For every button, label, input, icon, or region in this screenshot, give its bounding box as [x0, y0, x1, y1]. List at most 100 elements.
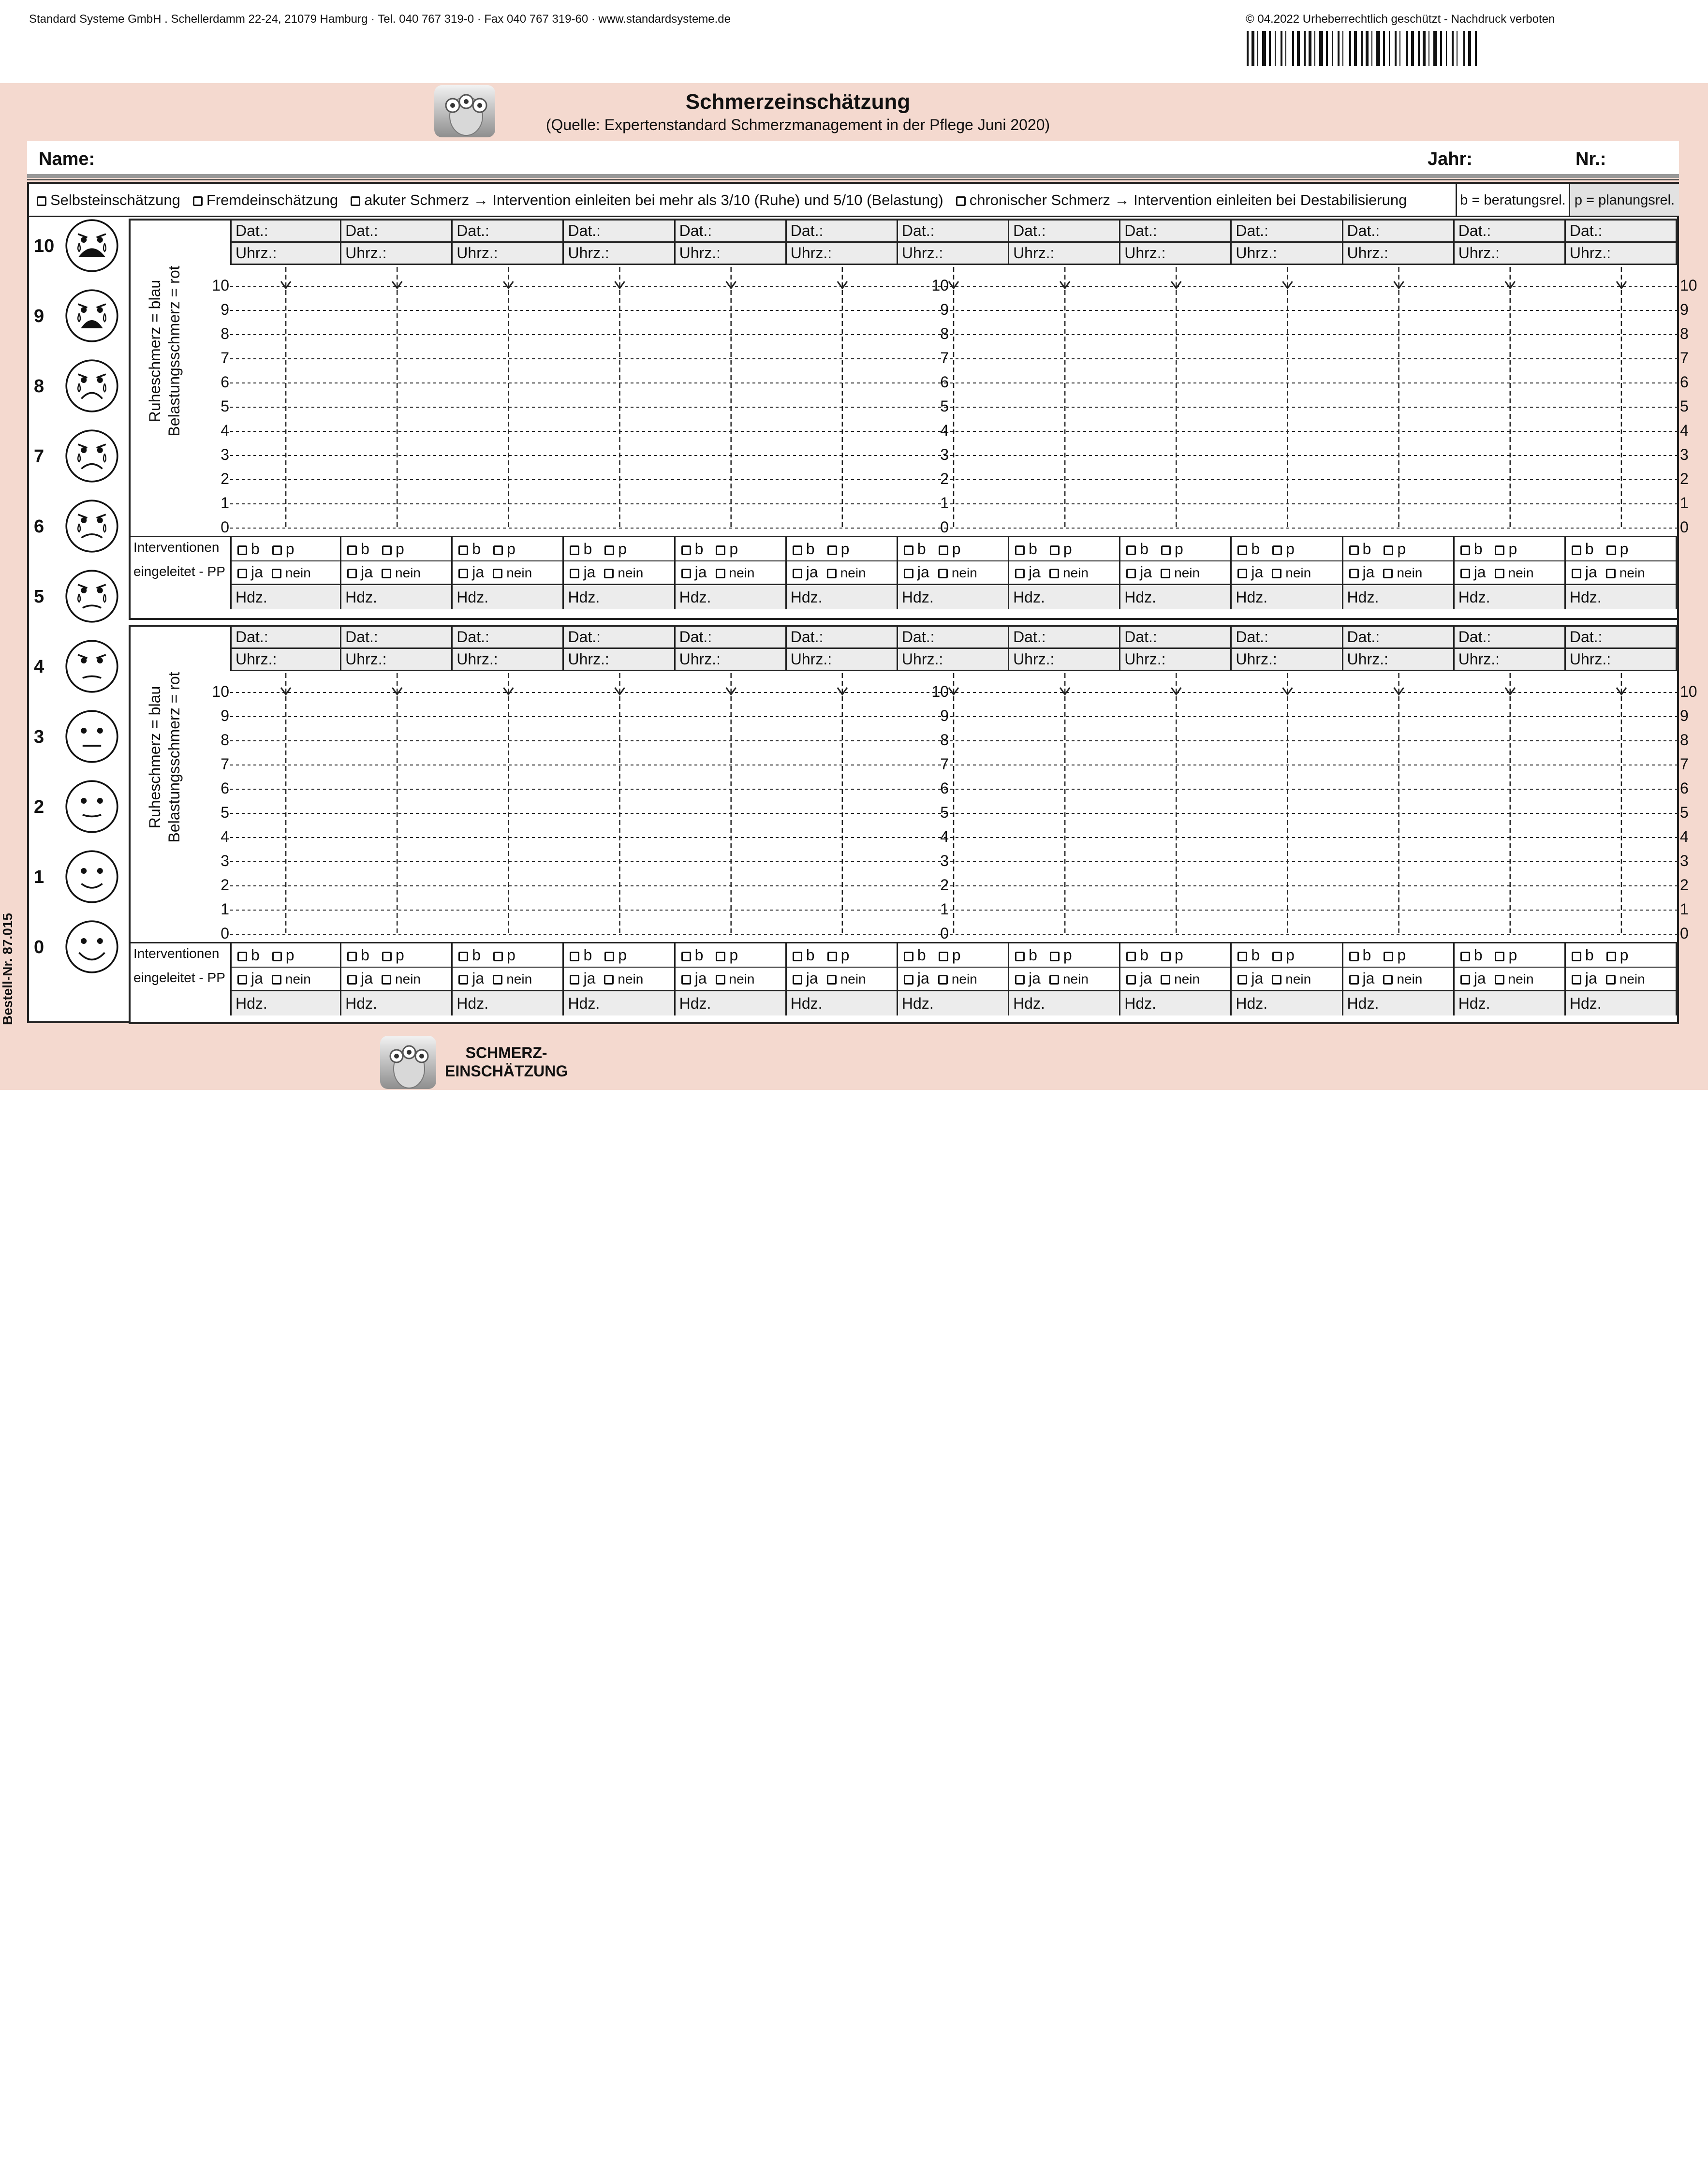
signature-cell[interactable]: Hdz. [341, 585, 453, 609]
checkbox[interactable] [715, 568, 725, 578]
signature-cell[interactable]: Hdz. [564, 991, 676, 1015]
nein-option[interactable]: nein [1049, 970, 1089, 987]
ja-option[interactable]: ja [458, 970, 484, 987]
checkbox[interactable] [1460, 545, 1470, 555]
nein-option[interactable]: nein [938, 970, 977, 987]
ja-option[interactable]: ja [347, 563, 373, 581]
ja-option[interactable]: ja [1460, 563, 1486, 581]
p-option[interactable]: p [1384, 946, 1406, 964]
checkbox[interactable] [903, 951, 913, 961]
time-cell[interactable]: Uhrz.: [453, 243, 564, 265]
time-cell[interactable]: Uhrz.: [675, 649, 787, 671]
signature-cell[interactable]: Hdz. [898, 585, 1010, 609]
acute-pain-option[interactable]: akuter Schmerz → Intervention einleiten … [351, 191, 943, 209]
checkbox[interactable] [1571, 951, 1581, 961]
nein-option[interactable]: nein [493, 970, 532, 987]
b-option[interactable]: b [792, 946, 815, 964]
b-option[interactable]: b [792, 540, 815, 558]
p-option[interactable]: p [716, 946, 738, 964]
date-cell[interactable]: Dat.: [675, 627, 787, 649]
checkbox[interactable] [1383, 974, 1393, 985]
chronic-pain-option[interactable]: chronischer Schmerz → Intervention einle… [956, 191, 1407, 209]
time-cell[interactable]: Uhrz.: [675, 243, 787, 265]
time-cell[interactable]: Uhrz.: [898, 649, 1010, 671]
checkbox[interactable] [1571, 974, 1581, 985]
ja-option[interactable]: ja [347, 970, 373, 987]
p-option[interactable]: p [938, 540, 961, 558]
checkbox[interactable] [604, 568, 614, 578]
checkbox[interactable] [1015, 951, 1025, 961]
signature-cell[interactable]: Hdz. [898, 991, 1010, 1015]
checkbox[interactable] [827, 545, 837, 555]
date-cell[interactable]: Dat.: [1009, 221, 1121, 243]
checkbox[interactable] [938, 974, 948, 985]
checkbox[interactable] [1460, 951, 1470, 961]
date-cell[interactable]: Dat.: [453, 627, 564, 649]
nein-option[interactable]: nein [1605, 970, 1645, 987]
checkbox[interactable] [1126, 545, 1136, 555]
time-cell[interactable]: Uhrz.: [1343, 649, 1455, 671]
checkbox[interactable] [271, 974, 281, 985]
ja-option[interactable]: ja [1237, 970, 1263, 987]
nein-option[interactable]: nein [1383, 563, 1422, 581]
checkbox[interactable] [1049, 568, 1059, 578]
checkbox[interactable] [792, 951, 802, 961]
checkbox[interactable] [347, 545, 357, 555]
external-assessment-option[interactable]: Fremdeinschätzung [192, 191, 338, 209]
signature-cell[interactable]: Hdz. [1232, 991, 1343, 1015]
time-cell[interactable]: Uhrz.: [786, 649, 898, 671]
checkbox[interactable] [681, 545, 691, 555]
b-option[interactable]: b [237, 946, 260, 964]
checkbox[interactable] [1383, 568, 1393, 578]
checkbox[interactable] [1460, 568, 1470, 578]
checkbox[interactable] [1272, 545, 1282, 555]
nein-option[interactable]: nein [382, 970, 421, 987]
checkbox[interactable] [493, 568, 503, 578]
b-option[interactable]: b [347, 946, 369, 964]
checkbox[interactable] [903, 545, 913, 555]
checkbox[interactable] [1384, 951, 1394, 961]
checkbox[interactable] [1161, 951, 1171, 961]
p-option[interactable]: p [604, 946, 627, 964]
b-option[interactable]: b [1237, 540, 1260, 558]
nein-option[interactable]: nein [604, 563, 643, 581]
checkbox[interactable] [827, 951, 837, 961]
date-cell[interactable]: Dat.: [898, 221, 1010, 243]
p-option[interactable]: p [382, 540, 404, 558]
checkbox[interactable] [382, 951, 392, 961]
checkbox[interactable] [1272, 974, 1282, 985]
signature-cell[interactable]: Hdz. [341, 991, 453, 1015]
p-option[interactable]: p [1161, 540, 1183, 558]
checkbox[interactable] [716, 545, 726, 555]
checkbox[interactable] [1237, 974, 1248, 985]
nein-option[interactable]: nein [271, 970, 311, 987]
b-option[interactable]: b [1015, 946, 1037, 964]
b-option[interactable]: b [1571, 540, 1594, 558]
checkbox[interactable] [382, 974, 392, 985]
date-cell[interactable]: Dat.: [564, 627, 676, 649]
checkbox[interactable] [681, 568, 691, 578]
ja-option[interactable]: ja [1015, 563, 1041, 581]
checkbox[interactable] [1049, 545, 1060, 555]
ja-option[interactable]: ja [570, 970, 595, 987]
time-cell[interactable]: Uhrz.: [564, 649, 676, 671]
signature-cell[interactable]: Hdz. [675, 585, 787, 609]
p-option[interactable]: p [1606, 540, 1628, 558]
checkbox[interactable] [192, 196, 203, 206]
time-cell[interactable]: Uhrz.: [1120, 243, 1232, 265]
signature-cell[interactable]: Hdz. [786, 991, 898, 1015]
checkbox[interactable] [792, 568, 802, 578]
checkbox[interactable] [570, 974, 580, 985]
nein-option[interactable]: nein [826, 970, 866, 987]
signature-cell[interactable]: Hdz. [453, 991, 564, 1015]
nein-option[interactable]: nein [826, 563, 866, 581]
checkbox[interactable] [237, 951, 247, 961]
p-option[interactable]: p [1049, 540, 1072, 558]
time-cell[interactable]: Uhrz.: [1565, 243, 1677, 265]
checkbox[interactable] [570, 545, 580, 555]
checkbox[interactable] [458, 951, 469, 961]
date-cell[interactable]: Dat.: [453, 221, 564, 243]
ja-option[interactable]: ja [1349, 970, 1374, 987]
checkbox[interactable] [237, 974, 247, 985]
time-cell[interactable]: Uhrz.: [230, 649, 342, 671]
